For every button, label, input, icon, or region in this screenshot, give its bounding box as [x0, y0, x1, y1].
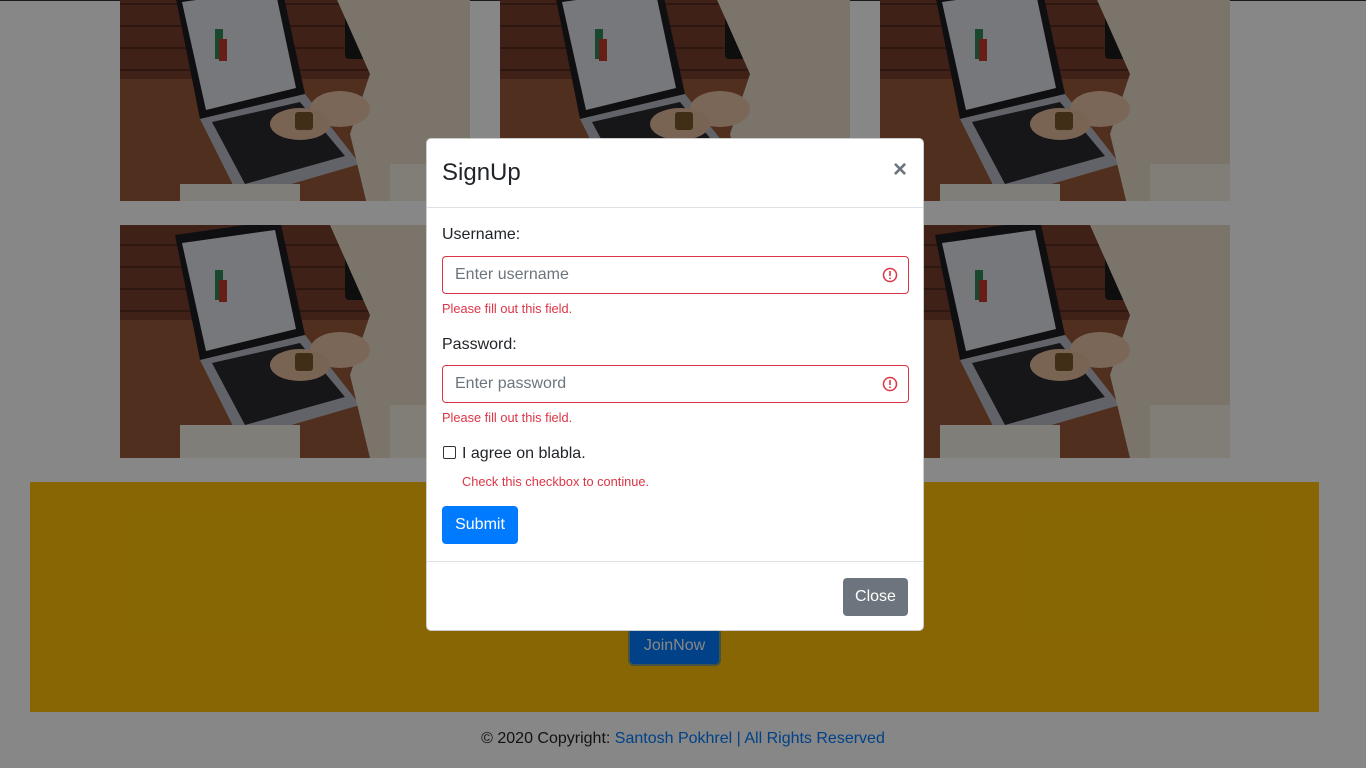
password-placeholder: Enter password — [455, 375, 567, 392]
error-icon — [882, 267, 898, 283]
close-button[interactable]: Close — [843, 578, 908, 616]
modal-footer: Close — [427, 561, 923, 631]
signup-modal: SignUp × Username: Enter username Please… — [426, 138, 924, 631]
password-error: Please fill out this field. — [442, 410, 573, 425]
username-placeholder: Enter username — [455, 266, 569, 283]
error-icon — [882, 376, 898, 392]
password-label: Password: — [442, 336, 517, 353]
username-label: Username: — [442, 226, 521, 243]
agree-checkbox[interactable] — [443, 446, 456, 459]
close-icon[interactable]: × — [893, 156, 907, 184]
modal-body: Username: Enter username Please fill out… — [427, 208, 923, 561]
agree-label[interactable]: I agree on blabla. — [462, 445, 586, 463]
username-input[interactable]: Enter username — [442, 256, 909, 294]
modal-header: SignUp × — [427, 139, 923, 208]
password-input[interactable]: Enter password — [442, 365, 909, 403]
submit-button[interactable]: Submit — [442, 506, 518, 544]
username-error: Please fill out this field. — [442, 301, 573, 316]
modal-title: SignUp — [442, 159, 521, 186]
agree-error: Check this checkbox to continue. — [462, 474, 650, 489]
